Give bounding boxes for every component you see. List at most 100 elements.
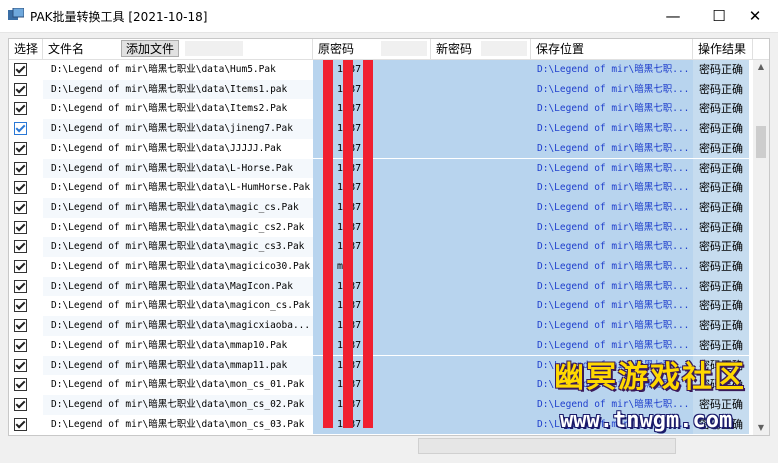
table-row[interactable]: D:\Legend of mir\暗黑七职业\data\magicxiaoba.… <box>9 316 749 336</box>
row-checkbox[interactable] <box>14 260 27 273</box>
row-select-cell[interactable] <box>9 218 43 238</box>
row-save-location[interactable]: D:\Legend of mir\暗黑七职... <box>531 197 693 218</box>
row-checkbox[interactable] <box>14 102 27 116</box>
row-checkbox[interactable] <box>14 141 27 155</box>
table-row[interactable]: D:\Legend of mir\暗黑七职业\data\magic_cs3.Pa… <box>9 237 749 257</box>
row-select-cell[interactable] <box>9 336 43 356</box>
row-select-cell[interactable] <box>9 159 43 179</box>
row-select-cell[interactable] <box>9 415 43 435</box>
row-checkbox[interactable] <box>14 161 27 175</box>
row-select-cell[interactable] <box>9 99 43 119</box>
table-row[interactable]: D:\Legend of mir\暗黑七职业\data\MagIcon.Pak 1… <box>9 276 749 297</box>
row-new-password[interactable] <box>431 158 531 179</box>
row-new-password[interactable] <box>431 237 531 257</box>
row-new-password[interactable] <box>431 119 531 139</box>
row-save-location[interactable]: D:\Legend of mir\暗黑七职... <box>531 296 693 317</box>
table-row[interactable]: D:\Legend of mir\暗黑七职业\data\Items1.pak 1 … <box>9 79 749 100</box>
row-save-location[interactable]: D:\Legend of mir\暗黑七职... <box>531 119 693 139</box>
row-new-password[interactable] <box>431 257 531 277</box>
row-select-cell[interactable] <box>9 296 43 316</box>
minimize-button[interactable]: — <box>650 0 696 32</box>
row-checkbox[interactable] <box>14 181 27 195</box>
row-checkbox[interactable] <box>14 319 27 333</box>
row-checkbox[interactable] <box>14 63 27 76</box>
row-save-location[interactable]: D:\Legend of mir\暗黑七职... <box>531 316 693 336</box>
row-select-cell[interactable] <box>9 375 43 395</box>
row-save-location[interactable]: D:\Legend of mir\暗黑七职... <box>531 99 693 120</box>
row-checkbox[interactable] <box>14 220 27 234</box>
row-new-password[interactable] <box>431 375 531 395</box>
row-checkbox[interactable] <box>14 279 27 293</box>
table-row[interactable]: D:\Legend of mir\暗黑七职业\data\L-Horse.Pak 1… <box>9 158 749 179</box>
row-result: 密码正确 <box>693 217 749 238</box>
row-save-location[interactable]: D:\Legend of mir\暗黑七职... <box>531 138 693 159</box>
table-row[interactable]: D:\Legend of mir\暗黑七职业\data\Hum5.Pak1 1 … <box>9 60 749 80</box>
row-new-password[interactable] <box>431 335 531 356</box>
row-select-cell[interactable] <box>9 198 43 218</box>
row-save-location[interactable]: D:\Legend of mir\暗黑七职... <box>531 60 693 80</box>
close-button[interactable]: ✕ <box>732 0 778 32</box>
watermark-logo: 幽冥游戏社区 www.tnwgm.com <box>540 350 770 440</box>
row-save-location[interactable]: D:\Legend of mir\暗黑七职... <box>531 276 693 297</box>
row-filename: D:\Legend of mir\暗黑七职业\data\mon_cs_03.Pa… <box>43 414 313 435</box>
row-new-password[interactable] <box>431 316 531 336</box>
row-select-cell[interactable] <box>9 178 43 198</box>
header-result[interactable]: 操作结果 <box>693 39 753 59</box>
row-new-password[interactable] <box>431 60 531 80</box>
row-filename: D:\Legend of mir\暗黑七职业\data\magicico30.P… <box>43 257 313 277</box>
row-new-password[interactable] <box>431 296 531 317</box>
row-checkbox[interactable] <box>14 417 27 431</box>
row-select-cell[interactable] <box>9 277 43 297</box>
row-checkbox[interactable] <box>14 122 27 136</box>
row-checkbox[interactable] <box>14 200 27 214</box>
row-checkbox[interactable] <box>14 299 27 313</box>
row-save-location[interactable]: D:\Legend of mir\暗黑七职... <box>531 257 693 277</box>
table-row[interactable]: D:\Legend of mir\暗黑七职业\data\JJJJJ.Pak1 1… <box>9 138 749 159</box>
row-select-cell[interactable] <box>9 237 43 257</box>
row-new-password[interactable] <box>431 99 531 120</box>
table-row[interactable]: D:\Legend of mir\暗黑七职业\data\L-HumHorse.P… <box>9 178 749 198</box>
row-save-location[interactable]: D:\Legend of mir\暗黑七职... <box>531 178 693 198</box>
header-select[interactable]: 选择 <box>9 39 43 59</box>
row-checkbox[interactable] <box>14 338 27 352</box>
horizontal-scrollbar[interactable] <box>418 438 676 454</box>
add-file-button[interactable]: 添加文件 <box>121 40 179 57</box>
table-row[interactable]: D:\Legend of mir\暗黑七职业\data\jineng7.Pak 1… <box>9 119 749 139</box>
row-checkbox[interactable] <box>14 397 27 411</box>
row-new-password[interactable] <box>431 217 531 238</box>
row-checkbox[interactable] <box>14 358 27 372</box>
row-new-password[interactable] <box>431 138 531 159</box>
row-select-cell[interactable] <box>9 119 43 139</box>
row-checkbox[interactable] <box>14 82 27 96</box>
row-select-cell[interactable] <box>9 395 43 415</box>
row-new-password[interactable] <box>431 394 531 415</box>
row-select-cell[interactable] <box>9 80 43 100</box>
row-new-password[interactable] <box>431 197 531 218</box>
row-save-location[interactable]: D:\Legend of mir\暗黑七职... <box>531 158 693 179</box>
row-filename: D:\Legend of mir\暗黑七职业\data\mon_cs_01.Pa… <box>43 375 313 395</box>
row-new-password[interactable] <box>431 178 531 198</box>
row-new-password[interactable] <box>431 414 531 435</box>
header-save-location[interactable]: 保存位置 <box>531 39 693 59</box>
row-new-password[interactable] <box>431 355 531 376</box>
row-checkbox[interactable] <box>14 240 27 254</box>
row-new-password[interactable] <box>431 276 531 297</box>
table-row[interactable]: D:\Legend of mir\暗黑七职业\data\magic_cs2.Pa… <box>9 217 749 238</box>
row-select-cell[interactable] <box>9 316 43 336</box>
table-row[interactable]: D:\Legend of mir\暗黑七职业\data\magicon_cs.P… <box>9 296 749 317</box>
row-select-cell[interactable] <box>9 257 43 277</box>
row-save-location[interactable]: D:\Legend of mir\暗黑七职... <box>531 217 693 238</box>
row-select-cell[interactable] <box>9 139 43 159</box>
row-new-password[interactable] <box>431 79 531 100</box>
redaction-bar <box>343 60 353 428</box>
table-row[interactable]: D:\Legend of mir\暗黑七职业\data\Items2.Pak 1 … <box>9 99 749 120</box>
row-save-location[interactable]: D:\Legend of mir\暗黑七职... <box>531 237 693 257</box>
scrollbar-thumb[interactable] <box>756 126 766 158</box>
row-save-location[interactable]: D:\Legend of mir\暗黑七职... <box>531 79 693 100</box>
row-checkbox[interactable] <box>14 378 27 392</box>
row-select-cell[interactable] <box>9 356 43 376</box>
scroll-up-arrow-icon[interactable]: ▲ <box>753 60 769 74</box>
row-select-cell[interactable] <box>9 60 43 80</box>
table-row[interactable]: D:\Legend of mir\暗黑七职业\data\magicico30.P… <box>9 257 749 277</box>
table-row[interactable]: D:\Legend of mir\暗黑七职业\data\magic_cs.Pak… <box>9 197 749 218</box>
